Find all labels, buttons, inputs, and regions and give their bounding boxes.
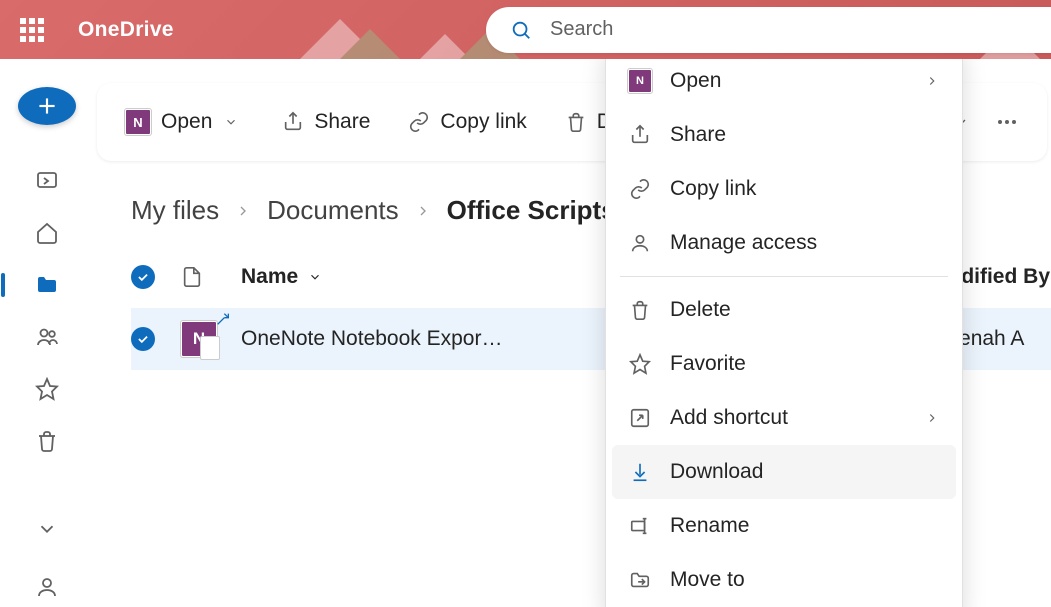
cmd-copy-link[interactable]: Copy link bbox=[398, 104, 536, 140]
trash-icon bbox=[628, 299, 652, 321]
cmd-copy-link-label: Copy link bbox=[440, 110, 526, 134]
folder-move-icon bbox=[628, 569, 652, 591]
main-content: N Open Share Copy link Delete bbox=[93, 59, 1051, 607]
link-icon bbox=[628, 178, 652, 200]
nav-item-shared[interactable] bbox=[23, 317, 71, 357]
nav-item-favorites[interactable] bbox=[23, 369, 71, 409]
shortcut-icon bbox=[628, 407, 652, 429]
nav-item-home[interactable] bbox=[23, 213, 71, 253]
name-column-label: Name bbox=[241, 265, 298, 289]
plus-icon bbox=[34, 93, 60, 119]
row-checkbox[interactable] bbox=[131, 327, 181, 351]
chevron-right-icon bbox=[920, 74, 944, 88]
sidebar bbox=[0, 59, 93, 607]
trash-icon bbox=[35, 429, 59, 453]
chevron-right-icon bbox=[235, 203, 251, 219]
cmd-overflow[interactable] bbox=[985, 104, 1029, 140]
star-icon bbox=[628, 353, 652, 375]
onenote-icon: N bbox=[628, 69, 652, 93]
menu-download-label: Download bbox=[670, 460, 763, 484]
type-column[interactable] bbox=[181, 266, 241, 288]
context-menu: N Open Share Copy link Manage access Del… bbox=[605, 59, 963, 607]
nav-item-profile[interactable] bbox=[23, 567, 71, 607]
folder-icon bbox=[35, 273, 59, 297]
brand-name: OneDrive bbox=[78, 18, 174, 42]
menu-share[interactable]: Share bbox=[606, 108, 962, 162]
menu-favorite-label: Favorite bbox=[670, 352, 746, 376]
crumb-current[interactable]: Office Scripts bbox=[447, 195, 616, 226]
menu-add-shortcut-label: Add shortcut bbox=[670, 406, 788, 430]
nav-expand[interactable] bbox=[23, 509, 71, 549]
cmd-share[interactable]: Share bbox=[272, 104, 380, 140]
menu-open-label: Open bbox=[670, 69, 721, 93]
menu-share-label: Share bbox=[670, 123, 726, 147]
file-type-icon: N bbox=[181, 321, 241, 357]
menu-copy-link[interactable]: Copy link bbox=[606, 162, 962, 216]
menu-copy-link-label: Copy link bbox=[670, 177, 756, 201]
onenote-icon: N bbox=[125, 109, 151, 135]
menu-manage-access-label: Manage access bbox=[670, 231, 817, 255]
nav-item-files[interactable] bbox=[23, 265, 71, 305]
people-icon bbox=[35, 325, 59, 349]
cmd-share-label: Share bbox=[314, 110, 370, 134]
chevron-down-icon bbox=[36, 518, 58, 540]
menu-delete[interactable]: Delete bbox=[606, 283, 962, 337]
menu-rename-label: Rename bbox=[670, 514, 749, 538]
crumb-documents[interactable]: Documents bbox=[267, 195, 399, 226]
share-icon bbox=[628, 124, 652, 146]
menu-open[interactable]: N Open bbox=[606, 59, 962, 108]
share-icon bbox=[282, 111, 304, 133]
menu-move-to-label: Move to bbox=[670, 568, 745, 592]
shortcut-arrow-icon bbox=[215, 311, 231, 327]
more-icon bbox=[995, 110, 1019, 134]
select-all[interactable] bbox=[131, 265, 181, 289]
search-icon bbox=[510, 19, 532, 41]
chevron-right-icon bbox=[415, 203, 431, 219]
search-box bbox=[486, 7, 1051, 53]
cmd-open[interactable]: N Open bbox=[115, 103, 248, 141]
menu-separator bbox=[620, 276, 948, 277]
menu-download[interactable]: Download bbox=[612, 445, 956, 499]
chevron-down-icon bbox=[308, 270, 322, 284]
search-input[interactable] bbox=[550, 18, 950, 41]
onenote-icon: N bbox=[181, 321, 217, 357]
menu-favorite[interactable]: Favorite bbox=[606, 337, 962, 391]
star-icon bbox=[35, 377, 59, 401]
menu-rename[interactable]: Rename bbox=[606, 499, 962, 553]
file-icon bbox=[181, 266, 203, 288]
chevron-right-icon bbox=[920, 411, 944, 425]
trash-icon bbox=[565, 111, 587, 133]
app-header: OneDrive bbox=[0, 0, 1051, 59]
download-icon bbox=[628, 461, 652, 483]
person-icon bbox=[628, 232, 652, 254]
app-launcher-button[interactable] bbox=[8, 6, 56, 54]
crumb-my-files[interactable]: My files bbox=[131, 195, 219, 226]
menu-manage-access[interactable]: Manage access bbox=[606, 216, 962, 270]
person-icon bbox=[35, 575, 59, 599]
cmd-open-label: Open bbox=[161, 110, 212, 134]
rename-icon bbox=[628, 515, 652, 537]
new-button[interactable] bbox=[18, 87, 76, 125]
nav-item-quick[interactable] bbox=[23, 161, 71, 201]
chevron-down-icon bbox=[224, 115, 238, 129]
menu-delete-label: Delete bbox=[670, 298, 731, 322]
link-icon bbox=[408, 111, 430, 133]
menu-add-shortcut[interactable]: Add shortcut bbox=[606, 391, 962, 445]
nav-item-recycle[interactable] bbox=[23, 421, 71, 461]
export-icon bbox=[35, 169, 59, 193]
home-icon bbox=[35, 221, 59, 245]
menu-move-to[interactable]: Move to bbox=[606, 553, 962, 607]
